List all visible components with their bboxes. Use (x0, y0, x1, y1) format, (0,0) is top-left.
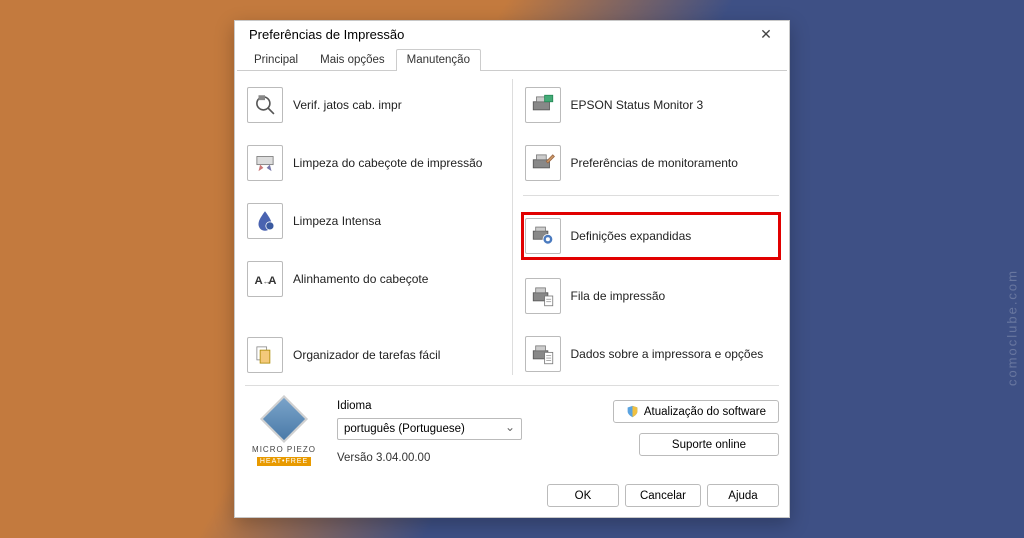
shield-icon (626, 405, 639, 418)
job-arranger-icon (247, 337, 283, 373)
head-cleaning-item[interactable]: Limpeza do cabeçote de impressão (245, 143, 502, 183)
head-cleaning-icon (247, 145, 283, 181)
close-button[interactable]: ✕ (751, 23, 781, 47)
head-alignment-icon: A↔A (247, 261, 283, 297)
language-select[interactable]: português (Portuguese) (337, 418, 522, 440)
tab-principal[interactable]: Principal (243, 49, 309, 71)
monitoring-prefs-item[interactable]: Preferências de monitoramento (523, 143, 780, 183)
printer-info-icon (525, 336, 561, 372)
extended-settings-icon (525, 218, 561, 254)
head-alignment-item[interactable]: A↔A Alinhamento do cabeçote (245, 259, 502, 299)
help-button[interactable]: Ajuda (707, 484, 779, 507)
dialog-title: Preferências de Impressão (249, 27, 404, 42)
power-cleaning-item[interactable]: Limpeza Intensa (245, 201, 502, 241)
tab-manutencao[interactable]: Manutenção (396, 49, 481, 71)
tabstrip: Principal Mais opções Manutenção (237, 48, 787, 71)
item-label: Alinhamento do cabeçote (293, 272, 428, 286)
monitoring-prefs-icon (525, 145, 561, 181)
button-label: Suporte online (672, 439, 746, 451)
bottom-row: MICRO PIEZO HEAT•FREE Idioma português (… (245, 386, 779, 466)
item-label: Verif. jatos cab. impr (293, 98, 402, 112)
ok-button[interactable]: OK (547, 484, 619, 507)
print-queue-item[interactable]: Fila de impressão (523, 276, 780, 316)
item-label: Dados sobre a impressora e opções (571, 347, 764, 361)
online-support-button[interactable]: Suporte online (639, 433, 779, 456)
titlebar: Preferências de Impressão ✕ (235, 21, 789, 48)
status-monitor-icon (525, 87, 561, 123)
status-monitor-item[interactable]: EPSON Status Monitor 3 (523, 85, 780, 125)
item-label: Preferências de monitoramento (571, 156, 738, 170)
micropiezo-logo: MICRO PIEZO HEAT•FREE (245, 396, 323, 466)
item-label: Fila de impressão (571, 289, 666, 303)
print-preferences-dialog: Preferências de Impressão ✕ Principal Ma… (234, 20, 790, 518)
logo-diamond-icon (260, 395, 308, 443)
svg-text:A: A (254, 275, 262, 287)
language-value: português (Portuguese) (344, 423, 465, 435)
print-queue-icon (525, 278, 561, 314)
right-column: EPSON Status Monitor 3 Preferências de m… (512, 79, 780, 375)
close-icon: ✕ (760, 26, 772, 43)
job-arranger-item[interactable]: Organizador de tarefas fácil (245, 335, 502, 375)
tab-mais-opcoes[interactable]: Mais opções (309, 49, 396, 71)
logo-text-2: HEAT•FREE (257, 457, 311, 466)
nozzle-check-item[interactable]: Verif. jatos cab. impr (245, 85, 502, 125)
dialog-footer: OK Cancelar Ajuda (235, 476, 789, 517)
language-column: Idioma português (Portuguese) Versão 3.0… (337, 396, 599, 466)
watermark-text: comoclube.com (1005, 269, 1020, 386)
logo-text-1: MICRO PIEZO (252, 445, 316, 454)
item-label: Organizador de tarefas fácil (293, 348, 440, 362)
language-label: Idioma (337, 400, 599, 412)
button-label: Atualização do software (644, 406, 766, 418)
cancel-button[interactable]: Cancelar (625, 484, 701, 507)
left-column: Verif. jatos cab. impr Limpeza do cabeço… (245, 79, 512, 375)
item-label: Limpeza Intensa (293, 214, 381, 228)
item-label: Definições expandidas (571, 229, 692, 243)
nozzle-check-icon (247, 87, 283, 123)
version-text: Versão 3.04.00.00 (337, 452, 599, 464)
separator (523, 195, 780, 196)
tab-content: Verif. jatos cab. impr Limpeza do cabeço… (235, 71, 789, 476)
software-update-button[interactable]: Atualização do software (613, 400, 779, 423)
right-button-column: Atualização do software Suporte online (613, 396, 779, 466)
printer-info-item[interactable]: Dados sobre a impressora e opções (523, 334, 780, 374)
maintenance-columns: Verif. jatos cab. impr Limpeza do cabeço… (245, 79, 779, 386)
item-label: EPSON Status Monitor 3 (571, 98, 704, 112)
svg-text:A: A (268, 275, 276, 287)
item-label: Limpeza do cabeçote de impressão (293, 156, 482, 170)
power-cleaning-icon (247, 203, 283, 239)
extended-settings-item[interactable]: Definições expandidas (523, 214, 780, 258)
